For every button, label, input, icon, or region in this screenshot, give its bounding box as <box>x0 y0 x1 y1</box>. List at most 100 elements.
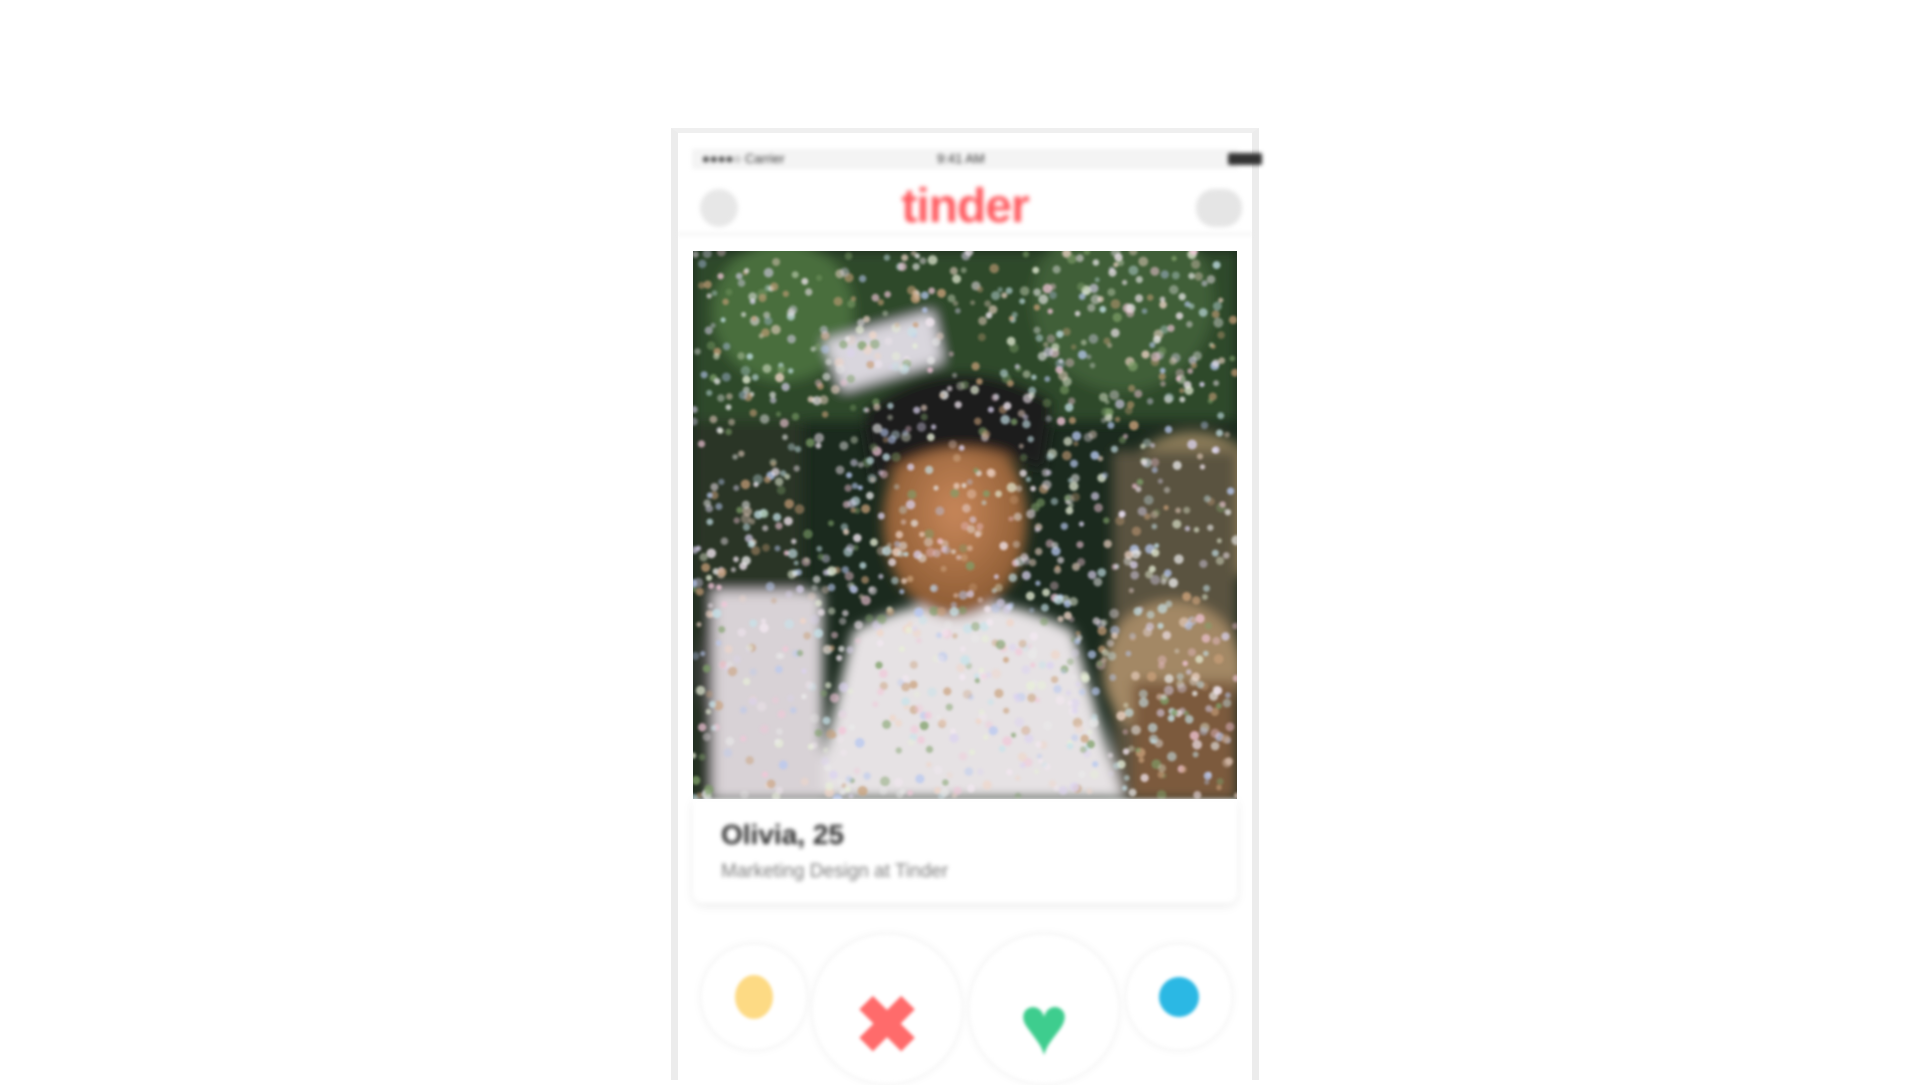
photo-dot <box>707 603 714 609</box>
photo-dot <box>825 682 832 689</box>
profile-info-card[interactable]: Olivia, 25 Marketing Design at Tinder <box>693 799 1237 903</box>
photo-dot <box>825 782 834 791</box>
photo-dot <box>749 668 757 676</box>
photo-dot <box>1021 665 1031 674</box>
photo-dot <box>699 553 708 562</box>
photo-dot <box>866 456 875 465</box>
photo-dot <box>1097 568 1107 577</box>
photo-dot <box>915 774 925 784</box>
photo-dot <box>1149 342 1156 348</box>
photo-dot <box>898 505 908 515</box>
photo-dot <box>872 423 883 434</box>
photo-dot <box>966 479 973 485</box>
photo-dot <box>1086 354 1092 360</box>
photo-dot <box>942 545 951 555</box>
photo-dot <box>900 519 907 525</box>
photo-dot <box>1195 655 1204 664</box>
photo-dot <box>956 381 965 391</box>
photo-dot <box>1049 581 1059 591</box>
profile-photo[interactable] <box>693 251 1237 799</box>
photo-dot <box>696 622 702 627</box>
photo-dot <box>1183 506 1191 514</box>
photo-dot <box>698 753 706 761</box>
photo-dot <box>1178 293 1186 301</box>
x-icon: ✖ <box>854 981 920 1069</box>
photo-dot <box>813 628 824 638</box>
photo-dot <box>743 268 750 274</box>
photo-dot <box>901 254 909 262</box>
photo-dot <box>1192 690 1198 697</box>
photo-dot <box>801 693 807 700</box>
photo-dot <box>952 300 959 307</box>
photo-dot <box>855 638 861 644</box>
photo-dot <box>953 786 962 795</box>
photo-dot <box>888 364 894 370</box>
photo-dot <box>1114 416 1121 423</box>
photo-dot <box>823 747 829 753</box>
photo-dot <box>913 690 921 698</box>
photo-dot <box>720 537 729 545</box>
photo-dot <box>725 428 732 436</box>
photo-dot <box>1222 698 1232 708</box>
photo-dot <box>868 586 874 593</box>
photo-dot <box>710 483 719 491</box>
photo-dot <box>1090 451 1100 460</box>
photo-dot <box>1006 618 1014 627</box>
photo-dot <box>1008 643 1017 652</box>
photo-dot <box>902 674 910 682</box>
photo-dot <box>1021 725 1031 736</box>
photo-dot <box>940 787 949 797</box>
photo-dot <box>1014 363 1020 370</box>
photo-dot <box>988 726 998 736</box>
photo-dot <box>1040 617 1049 626</box>
photo-dot <box>1044 376 1051 382</box>
photo-dot <box>1108 770 1114 777</box>
photo-dot <box>1092 761 1099 768</box>
photo-dot <box>1013 512 1022 521</box>
photo-dot <box>775 665 783 674</box>
photo-dot <box>990 603 1001 613</box>
photo-dot <box>1216 778 1224 785</box>
photo-dot <box>702 664 711 673</box>
photo-dot <box>1015 485 1023 492</box>
photo-dot <box>1158 373 1166 381</box>
photo-dot <box>803 529 813 539</box>
photo-dot <box>742 677 751 686</box>
photo-dot <box>985 312 993 319</box>
photo-dot <box>1140 458 1148 465</box>
photo-dot <box>1156 708 1165 717</box>
photo-dot <box>1053 684 1062 694</box>
photo-dot <box>732 454 738 460</box>
photo-dot <box>1099 306 1107 313</box>
photo-dot <box>746 644 754 652</box>
photo-dot <box>831 631 839 639</box>
photo-dot <box>951 549 956 555</box>
photo-dot <box>1191 259 1201 269</box>
photo-dot <box>906 575 914 583</box>
photo-dot <box>1053 594 1064 605</box>
photo-dot <box>764 316 773 326</box>
photo-dot <box>796 585 805 594</box>
photo-dot <box>1200 421 1209 430</box>
undo-button[interactable] <box>702 945 806 1049</box>
photo-dot <box>1050 650 1060 660</box>
photo-dot <box>816 274 823 281</box>
photo-dot <box>891 351 901 361</box>
photo-dot <box>720 317 726 323</box>
photo-dot <box>1164 393 1174 403</box>
like-button[interactable]: ♥ <box>970 935 1118 1083</box>
photo-dot <box>1199 381 1205 388</box>
photo-dot <box>994 583 1003 592</box>
photo-dot <box>1175 312 1184 320</box>
photo-dot <box>784 619 794 629</box>
photo-dot <box>794 504 805 515</box>
photo-dot <box>961 482 967 489</box>
chat-icon[interactable] <box>1196 189 1242 227</box>
super-like-button[interactable] <box>1127 945 1231 1049</box>
photo-dot <box>916 637 922 644</box>
photo-dot <box>991 668 1002 679</box>
photo-dot <box>1092 617 1101 625</box>
photo-dot <box>1146 671 1157 682</box>
photo-dot <box>991 291 1001 301</box>
nope-button[interactable]: ✖ <box>813 935 961 1083</box>
